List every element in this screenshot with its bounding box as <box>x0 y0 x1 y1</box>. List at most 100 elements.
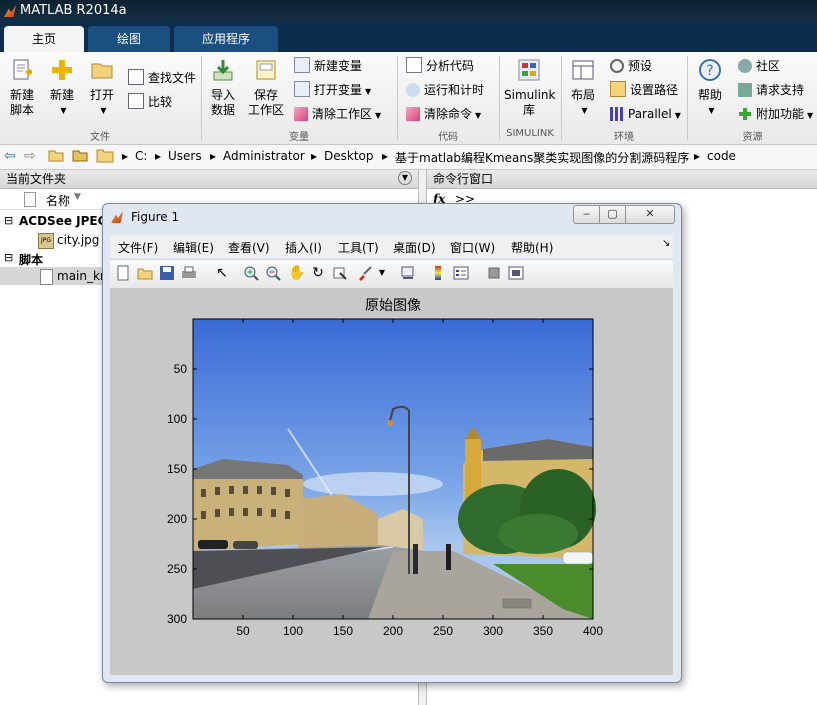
breadcrumb-code[interactable]: code <box>707 149 736 163</box>
zoom-in-icon[interactable] <box>243 265 259 281</box>
breadcrumb-administrator[interactable]: Administrator <box>223 149 305 163</box>
close-button[interactable]: ✕ <box>625 205 675 224</box>
panel-menu-icon[interactable]: ▼ <box>398 171 412 185</box>
save-icon[interactable] <box>159 265 175 281</box>
jpg-file-icon: JPG <box>38 233 54 249</box>
tab-home[interactable]: 主页 <box>4 26 84 52</box>
figure-canvas[interactable]: 原始图像 50 100 150 200 250 300 350 400 50 100 150 200… <box>110 288 673 675</box>
collapse-icon[interactable]: ⊟ <box>4 214 13 227</box>
import-icon <box>213 60 233 81</box>
add-ons-button[interactable]: 附加功能 ▼ <box>738 104 813 124</box>
maximize-button[interactable]: ▢ <box>599 205 626 224</box>
menu-file[interactable]: 文件(F) <box>118 239 158 256</box>
gear-icon <box>610 59 624 73</box>
breadcrumb-desktop[interactable]: Desktop <box>324 149 374 163</box>
import-data-button[interactable]: 导入 数据 <box>206 58 240 118</box>
list-item-city-jpg[interactable]: city.jpg <box>57 233 99 247</box>
compare-button[interactable]: 比较 <box>128 92 172 112</box>
breadcrumb-project[interactable]: 基于matlab编程Kmeans聚类实现图像的分割源码程序 <box>395 149 689 166</box>
chevron-down-icon: ▼ <box>375 111 382 120</box>
clear-workspace-button[interactable]: 清除工作区 ▼ <box>294 104 381 124</box>
name-column-header[interactable]: 名称 <box>46 192 70 209</box>
rotate-3d-icon[interactable]: ↻ <box>310 265 326 281</box>
new-script-button[interactable]: 新建 脚本 <box>4 58 40 118</box>
new-figure-icon[interactable] <box>115 265 131 281</box>
request-support-button[interactable]: 请求支持 <box>738 80 804 100</box>
y-tick-label: 100 <box>167 412 187 426</box>
layout-button[interactable]: 布局 ▼ <box>566 58 600 118</box>
forward-arrow-icon[interactable]: ⇨ <box>24 148 36 164</box>
menu-window[interactable]: 窗口(W) <box>450 239 495 256</box>
colorbar-icon[interactable] <box>430 265 446 281</box>
menu-tools[interactable]: 工具(T) <box>338 239 379 256</box>
x-tick-label: 100 <box>283 624 303 638</box>
breadcrumb-c[interactable]: C: <box>135 149 147 163</box>
browse-folder-icon[interactable] <box>72 148 88 165</box>
community-button[interactable]: 社区 <box>738 56 780 76</box>
menu-insert[interactable]: 插入(I) <box>285 239 322 256</box>
y-tick-labels: 50 100 150 200 250 300 <box>167 362 187 626</box>
menu-help[interactable]: 帮助(H) <box>511 239 553 256</box>
open-file-icon[interactable] <box>137 265 153 281</box>
collapse-icon[interactable]: ⊟ <box>4 251 13 264</box>
preferences-label: 预设 <box>628 59 653 73</box>
simulink-library-button[interactable]: Simulink 库 <box>504 58 556 118</box>
back-arrow-icon[interactable]: ⇦ <box>4 148 16 164</box>
section-code-label: 代码 <box>438 132 458 143</box>
command-window-title: 命令行窗口 <box>427 170 817 189</box>
menu-edit[interactable]: 编辑(E) <box>173 239 214 256</box>
save-workspace-icon <box>256 60 276 80</box>
up-folder-icon[interactable] <box>48 148 64 165</box>
analyze-code-button[interactable]: 分析代码 <box>406 56 474 76</box>
set-path-button[interactable]: 设置路径 <box>610 80 678 100</box>
save-workspace-label: 保存 工作区 <box>247 88 284 117</box>
breadcrumb-users[interactable]: Users <box>168 149 202 163</box>
section-file-label: 文件 <box>90 132 110 143</box>
chevron-down-icon: ▼ <box>674 111 681 120</box>
simulink-label: Simulink 库 <box>504 88 556 117</box>
hide-plot-tools-icon[interactable] <box>486 265 502 281</box>
open-button[interactable]: 打开 ▼ <box>86 58 118 118</box>
preferences-button[interactable]: 预设 <box>610 56 652 76</box>
help-button[interactable]: ? 帮助 ▼ <box>694 58 726 118</box>
pan-icon[interactable]: ✋ <box>288 265 305 281</box>
dock-arrow-icon[interactable]: ↘ <box>662 238 670 249</box>
chevron-down-icon: ▼ <box>581 106 588 115</box>
parallel-button[interactable]: Parallel ▼ <box>610 104 681 124</box>
section-variable-label: 变量 <box>289 132 309 143</box>
tab-plots[interactable]: 绘图 <box>88 26 170 52</box>
x-tick-label: 50 <box>236 624 250 638</box>
path-separator: ▸ <box>694 149 701 163</box>
folder-path-icon <box>610 81 626 97</box>
plus-icon <box>52 60 72 80</box>
open-variable-button[interactable]: 打开变量 ▼ <box>294 80 371 100</box>
menu-view[interactable]: 查看(V) <box>228 239 270 256</box>
save-workspace-button[interactable]: 保存 工作区 <box>246 58 286 118</box>
link-plot-icon[interactable] <box>400 265 416 281</box>
brush-icon[interactable] <box>357 265 373 281</box>
print-icon[interactable] <box>181 265 197 281</box>
show-plot-tools-icon[interactable] <box>508 265 524 281</box>
legend-icon[interactable] <box>453 265 469 281</box>
chevron-down-icon[interactable]: ▼ <box>374 265 390 281</box>
section-simulink-label: SIMULINK <box>506 128 554 139</box>
find-files-button[interactable]: 查找文件 <box>128 68 196 88</box>
path-separator: ▸ <box>210 149 217 163</box>
pointer-icon[interactable]: ↖ <box>214 265 230 281</box>
tab-apps[interactable]: 应用程序 <box>174 26 278 52</box>
zoom-out-icon[interactable] <box>265 265 281 281</box>
menu-desktop[interactable]: 桌面(D) <box>393 239 436 256</box>
sort-down-icon: ▼ <box>74 192 81 202</box>
parallel-icon <box>610 107 624 121</box>
clear-commands-button[interactable]: 清除命令 ▼ <box>406 104 481 124</box>
new-variable-button[interactable]: 新建变量 <box>294 56 362 76</box>
data-cursor-icon[interactable] <box>332 265 348 281</box>
axes-plot: 原始图像 50 100 150 200 250 300 350 400 50 100 150 200… <box>167 298 603 638</box>
open-variable-label: 打开变量 <box>314 83 363 97</box>
simulink-icon <box>518 59 540 81</box>
new-button[interactable]: 新建 ▼ <box>46 58 78 118</box>
find-files-icon <box>128 69 144 85</box>
new-variable-icon <box>294 57 310 73</box>
run-and-time-button[interactable]: 运行和计时 <box>406 80 484 100</box>
minimize-button[interactable]: ‒ <box>573 205 600 224</box>
